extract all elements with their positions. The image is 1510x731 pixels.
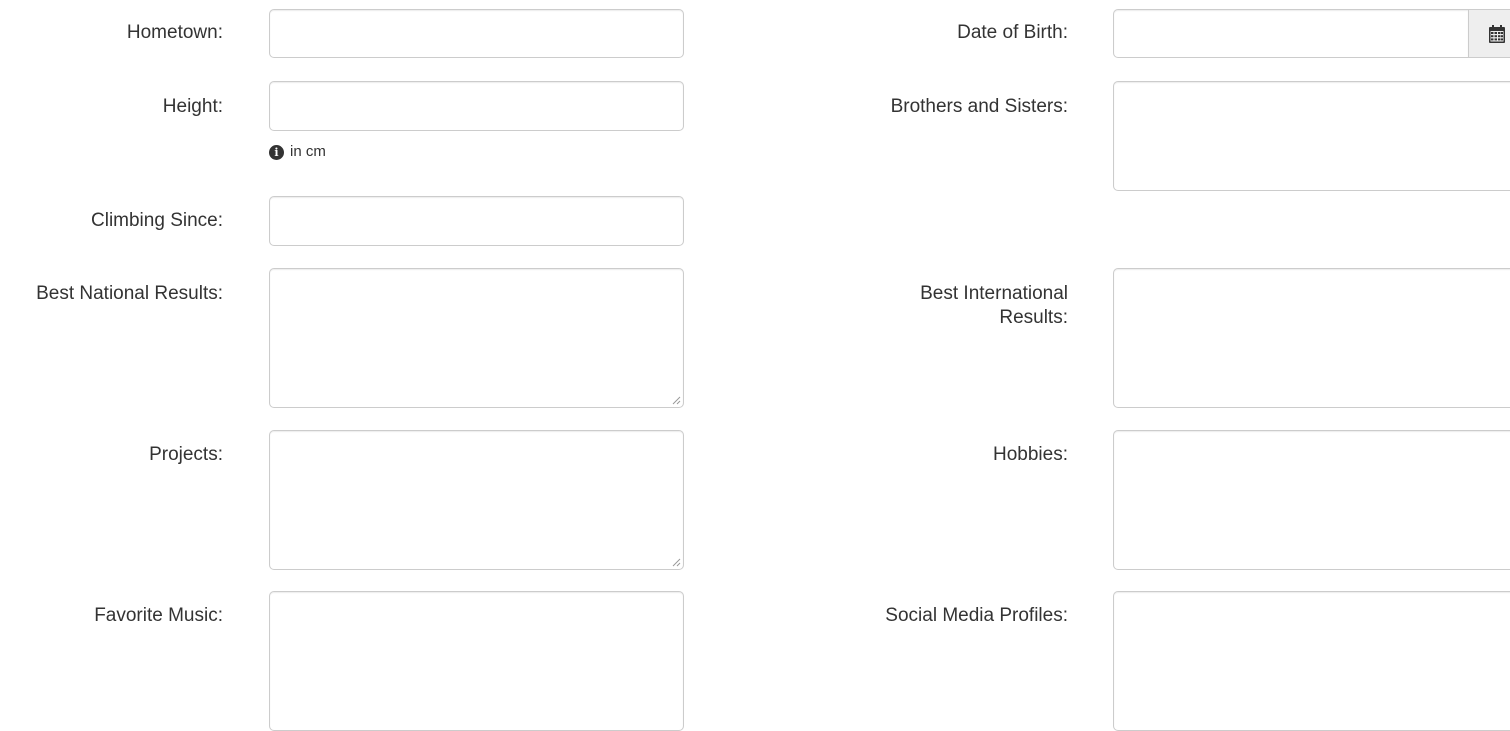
calendar-icon	[1489, 25, 1505, 43]
hometown-label: Hometown:	[126, 22, 223, 43]
date-of-birth-input[interactable]	[1113, 9, 1469, 58]
social-media-profiles-textarea[interactable]	[1113, 591, 1510, 731]
brothers-and-sisters-label: Brothers and Sisters:	[890, 96, 1068, 117]
projects-textarea[interactable]	[269, 430, 684, 570]
best-national-results-label: Best National Results:	[36, 283, 223, 304]
date-picker-button[interactable]	[1468, 9, 1510, 58]
hobbies-label: Hobbies:	[993, 444, 1068, 465]
favorite-music-textarea[interactable]	[269, 591, 684, 731]
info-circle-icon: i	[269, 144, 284, 160]
favorite-music-label: Favorite Music:	[94, 605, 223, 626]
social-media-profiles-label: Social Media Profiles:	[885, 605, 1068, 626]
climbing-since-label: Climbing Since:	[91, 210, 223, 231]
resize-handle-icon[interactable]	[671, 395, 681, 405]
best-international-results-textarea[interactable]	[1113, 268, 1510, 408]
hometown-input[interactable]	[269, 9, 684, 58]
best-international-results-label: Best International Results:	[920, 283, 1068, 328]
climbing-since-input[interactable]	[269, 196, 684, 246]
best-national-results-textarea[interactable]	[269, 268, 684, 408]
height-help-text: i in cm	[269, 141, 326, 163]
date-of-birth-label: Date of Birth:	[957, 22, 1068, 43]
projects-label: Projects:	[149, 444, 223, 465]
height-input[interactable]	[269, 81, 684, 131]
height-label: Height:	[162, 96, 223, 117]
brothers-and-sisters-textarea[interactable]	[1113, 81, 1510, 191]
hobbies-textarea[interactable]	[1113, 430, 1510, 570]
height-help-label: in cm	[290, 143, 326, 160]
resize-handle-icon[interactable]	[671, 557, 681, 567]
